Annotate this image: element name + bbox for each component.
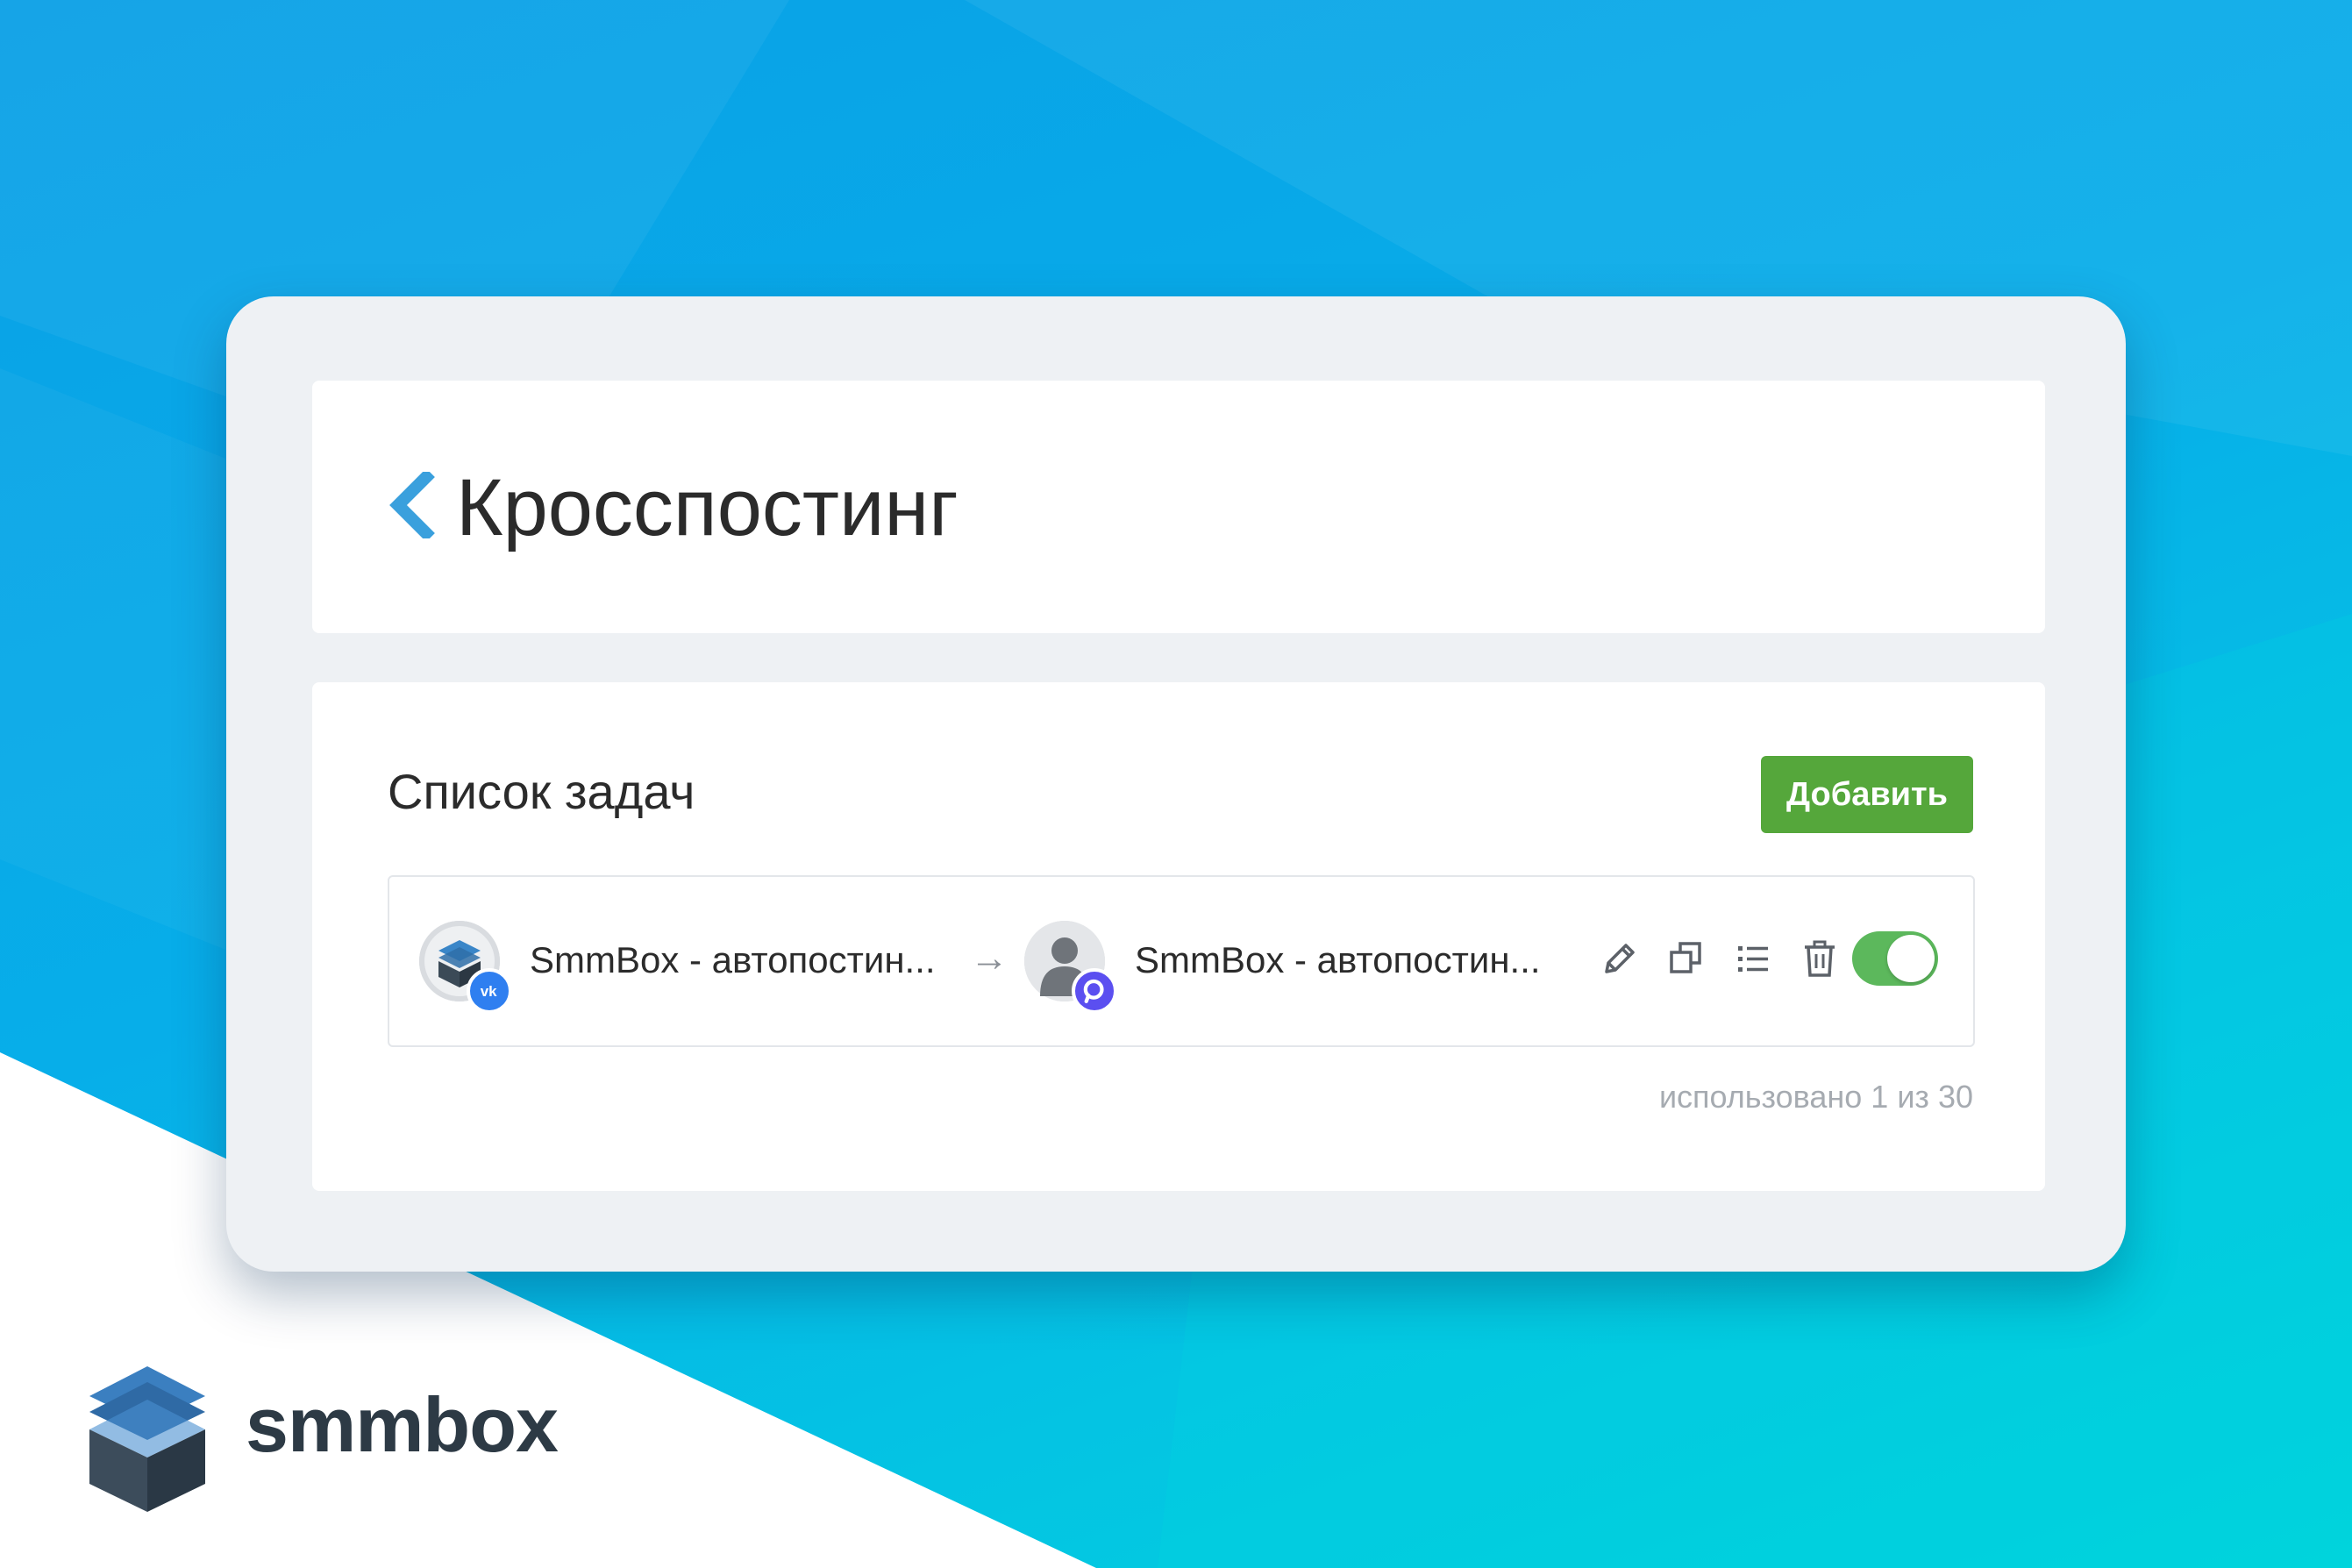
back-chevron-icon[interactable] xyxy=(388,472,435,538)
destination-name: SmmBox - автопостин... xyxy=(1135,939,1541,980)
copy-icon[interactable] xyxy=(1666,938,1707,979)
task-enabled-toggle[interactable] xyxy=(1852,931,1938,986)
list-icon[interactable] xyxy=(1733,938,1773,979)
add-task-button[interactable]: Добавить xyxy=(1761,756,1973,833)
task-row: vk SmmBox - автопостин... → SmmBox - авт… xyxy=(388,875,1975,1047)
arrow-right-icon: → xyxy=(970,937,1009,980)
toggle-knob xyxy=(1887,935,1935,982)
task-list-title: Список задач xyxy=(388,764,695,819)
smmbox-logo-icon xyxy=(89,1366,205,1512)
pinterest-badge-icon xyxy=(1072,968,1117,1014)
brand-wordmark: smmbox xyxy=(246,1381,559,1468)
task-list-panel: Список задач Добавить vk SmmBox - автопо… xyxy=(312,682,2045,1191)
vk-icon: vk xyxy=(467,968,512,1014)
svg-text:vk: vk xyxy=(481,983,497,1000)
usage-counter: использовано 1 из 30 xyxy=(1658,1079,1973,1115)
crossposting-card: Кросспостинг Список задач Добавить vk Sm… xyxy=(226,296,2126,1272)
destination-avatar xyxy=(1024,921,1117,1014)
source-name: SmmBox - автопостин... xyxy=(530,939,936,980)
source-avatar: vk xyxy=(419,921,512,1014)
page-title: Кросспостинг xyxy=(456,463,959,552)
title-panel: Кросспостинг xyxy=(312,381,2045,633)
edit-pencil-icon[interactable] xyxy=(1600,938,1640,979)
trash-icon[interactable] xyxy=(1800,938,1840,979)
